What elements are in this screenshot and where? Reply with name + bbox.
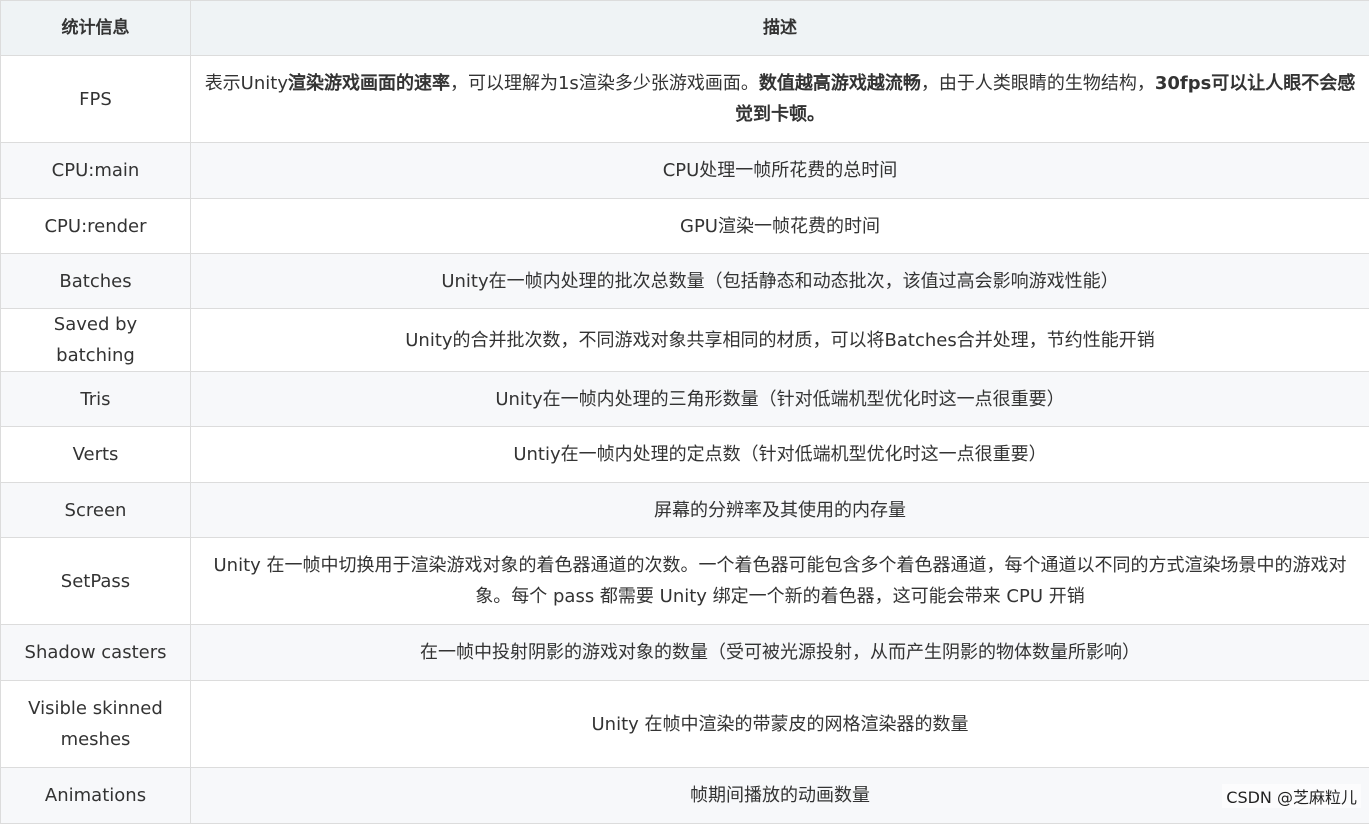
table-row: Verts Untiy在一帧内处理的定点数（针对低端机型优化时这一点很重要）	[1, 427, 1369, 483]
stat-description: 在一帧中投射阴影的游戏对象的数量（受可被光源投射，从而产生阴影的物体数量所影响）	[191, 625, 1369, 681]
stat-description: 屏幕的分辨率及其使用的内存量	[191, 483, 1369, 538]
table-row: Screen 屏幕的分辨率及其使用的内存量	[1, 483, 1369, 538]
table-row: Animations 帧期间播放的动画数量	[1, 768, 1369, 824]
stat-name: CPU:main	[1, 143, 191, 199]
header-stat-name: 统计信息	[1, 1, 191, 56]
table-header-row: 统计信息 描述	[1, 1, 1369, 56]
table-row: Visible skinned meshes Unity 在帧中渲染的带蒙皮的网…	[1, 681, 1369, 768]
stat-description: 帧期间播放的动画数量	[191, 768, 1369, 824]
table-row: CPU:main CPU处理一帧所花费的总时间	[1, 143, 1369, 199]
statistics-table: 统计信息 描述 FPS 表示Unity渲染游戏画面的速率，可以理解为1s渲染多少…	[0, 0, 1369, 824]
table-row: Tris Unity在一帧内处理的三角形数量（针对低端机型优化时这一点很重要）	[1, 372, 1369, 427]
desc-fragment: ，可以理解为1s渲染多少张游戏画面。	[450, 73, 759, 94]
stat-name: Verts	[1, 427, 191, 483]
table-row: Shadow casters 在一帧中投射阴影的游戏对象的数量（受可被光源投射，…	[1, 625, 1369, 681]
stat-name: SetPass	[1, 538, 191, 625]
table-row: Batches Unity在一帧内处理的批次总数量（包括静态和动态批次，该值过高…	[1, 254, 1369, 309]
stat-name: CPU:render	[1, 199, 191, 254]
stat-description: Unity 在帧中渲染的带蒙皮的网格渲染器的数量	[191, 681, 1369, 768]
stat-name: Tris	[1, 372, 191, 427]
desc-fragment: 表示Unity	[205, 73, 288, 94]
stat-description: 表示Unity渲染游戏画面的速率，可以理解为1s渲染多少张游戏画面。数值越高游戏…	[191, 56, 1369, 143]
stat-name: Shadow casters	[1, 625, 191, 681]
stat-description: Untiy在一帧内处理的定点数（针对低端机型优化时这一点很重要）	[191, 427, 1369, 483]
table-row: SetPass Unity 在一帧中切换用于渲染游戏对象的着色器通道的次数。一个…	[1, 538, 1369, 625]
desc-fragment-bold: 渲染游戏画面的速率	[288, 73, 450, 94]
stat-description: Unity在一帧内处理的批次总数量（包括静态和动态批次，该值过高会影响游戏性能）	[191, 254, 1369, 309]
stat-description: CPU处理一帧所花费的总时间	[191, 143, 1369, 199]
table-row: FPS 表示Unity渲染游戏画面的速率，可以理解为1s渲染多少张游戏画面。数值…	[1, 56, 1369, 143]
csdn-watermark: CSDN @芝麻粒儿	[1222, 784, 1361, 808]
table-row: CPU:render GPU渲染一帧花费的时间	[1, 199, 1369, 254]
stat-description: Unity 在一帧中切换用于渲染游戏对象的着色器通道的次数。一个着色器可能包含多…	[191, 538, 1369, 625]
stat-name: Screen	[1, 483, 191, 538]
table-row: Saved by batching Unity的合并批次数，不同游戏对象共享相同…	[1, 309, 1369, 372]
stat-name: FPS	[1, 56, 191, 143]
stat-name: Animations	[1, 768, 191, 824]
stat-name: Saved by batching	[1, 309, 191, 372]
stat-name: Batches	[1, 254, 191, 309]
stat-description: Unity的合并批次数，不同游戏对象共享相同的材质，可以将Batches合并处理…	[191, 309, 1369, 372]
stat-name: Visible skinned meshes	[1, 681, 191, 768]
desc-fragment-bold: 数值越高游戏越流畅	[759, 73, 921, 94]
stat-description: GPU渲染一帧花费的时间	[191, 199, 1369, 254]
desc-fragment: ，由于人类眼睛的生物结构，	[921, 73, 1155, 94]
stat-description: Unity在一帧内处理的三角形数量（针对低端机型优化时这一点很重要）	[191, 372, 1369, 427]
header-description: 描述	[191, 1, 1369, 56]
